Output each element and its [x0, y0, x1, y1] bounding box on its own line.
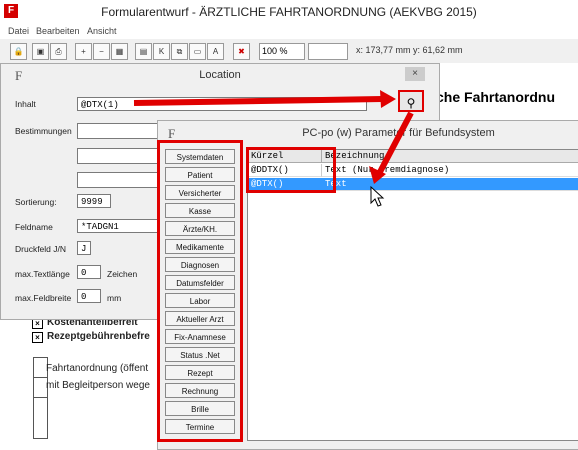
form-icon[interactable]: ▤ — [135, 43, 152, 60]
zoom-in-icon[interactable]: + — [75, 43, 92, 60]
bestimmungen-field-1[interactable] — [77, 123, 159, 139]
btn-rezept[interactable]: Rezept — [165, 365, 235, 380]
copy-icon[interactable]: ⧉ — [171, 43, 188, 60]
lock-icon[interactable]: 🔒 — [10, 43, 27, 60]
kon-icon[interactable]: K — [153, 43, 170, 60]
btn-medikamente[interactable]: Medikamente — [165, 239, 235, 254]
doc-line-1: Fahrtanordnung (öffent — [46, 363, 149, 374]
pc-po-title: PC-po (w) Parameter für Befundsystem — [302, 127, 495, 139]
btn-termine[interactable]: Termine — [165, 419, 235, 434]
window-icon[interactable]: ▭ — [189, 43, 206, 60]
btn-systemdaten[interactable]: Systemdaten — [165, 149, 235, 164]
column-header-bezeichnung[interactable]: Bezeichnung — [322, 150, 578, 163]
label-druckfeld: Druckfeld J/N — [15, 244, 67, 254]
delete-icon[interactable]: ✖ — [233, 43, 250, 60]
btn-diagnosen[interactable]: Diagnosen — [165, 257, 235, 272]
label-max-feldbreite: max.Feldbreite — [15, 293, 72, 303]
inhalt-field[interactable]: @DTX(1) — [77, 97, 367, 111]
font-select[interactable] — [308, 43, 348, 60]
table-row-cell-bezeichnung[interactable]: Text (Nur Fremdiagnose) — [322, 164, 578, 177]
btn-brille[interactable]: Brille — [165, 401, 235, 416]
btn-status-net[interactable]: Status .Net — [165, 347, 235, 362]
location-title: Location — [199, 69, 241, 81]
btn-aktueller-arzt[interactable]: Aktueller Arzt — [165, 311, 235, 326]
bestimmungen-field-2[interactable] — [77, 148, 159, 164]
btn-versicherter[interactable]: Versicherter — [165, 185, 235, 200]
btn-kasse[interactable]: Kasse — [165, 203, 235, 218]
label-feldname: Feldname — [15, 222, 53, 232]
coordinates-readout: x: 173,77 mm y: 61,62 mm — [356, 45, 463, 55]
btn-patient[interactable]: Patient — [165, 167, 235, 182]
btn-aerzte-kh[interactable]: Ärzte/KH. — [165, 221, 235, 236]
grid-icon[interactable]: ▦ — [111, 43, 128, 60]
menu-datei[interactable]: Datei — [8, 26, 29, 36]
highlight-box — [246, 147, 336, 193]
check-label-2: Rezeptgebührenbefre — [47, 331, 150, 342]
doc-field-box[interactable] — [33, 397, 48, 439]
btn-datumsfelder[interactable]: Datumsfelder — [165, 275, 235, 290]
bestimmungen-field-3[interactable] — [77, 172, 159, 188]
category-button-panel: Systemdaten Patient Versicherter Kasse Ä… — [157, 140, 243, 442]
table-row-cell-bezeichnung-selected[interactable]: Text — [322, 178, 578, 191]
title-bar: F Formularentwurf - ÄRZTLICHE FAHRTANORD… — [0, 0, 578, 25]
text-tool-icon[interactable]: A — [207, 43, 224, 60]
toolbar: 🔒 ▣ ⎙ + − ▦ ▤ K ⧉ ▭ A ✖ 100 % — [0, 39, 578, 64]
binoculars-icon[interactable]: ⚲ — [398, 90, 424, 112]
druckfeld-field[interactable]: J — [77, 241, 91, 255]
label-inhalt: Inhalt — [15, 99, 36, 109]
label-mm: mm — [107, 293, 122, 303]
max-feldbreite-field[interactable]: 0 — [77, 289, 101, 303]
window-title: Formularentwurf - ÄRZTLICHE FAHRTANORDNU… — [101, 5, 477, 19]
btn-labor[interactable]: Labor — [165, 293, 235, 308]
btn-rechnung[interactable]: Rechnung — [165, 383, 235, 398]
feldname-field[interactable]: *TADGN1 — [77, 219, 159, 233]
label-max-textlaenge: max.Textlänge — [15, 269, 70, 279]
menu-ansicht[interactable]: Ansicht — [87, 26, 117, 36]
checkbox-icon[interactable]: × — [32, 332, 43, 343]
print-icon[interactable]: ⎙ — [50, 43, 67, 60]
menu-bearbeiten[interactable]: Bearbeiten — [36, 26, 80, 36]
label-sortierung: Sortierung: — [15, 197, 57, 207]
close-icon[interactable]: × — [405, 67, 425, 81]
document-heading: che Fahrtanordnu — [436, 89, 556, 105]
zoom-out-icon[interactable]: − — [93, 43, 110, 60]
zoom-select[interactable]: 100 % — [259, 43, 305, 60]
doc-line-2: mit Begleitperson wege — [46, 380, 150, 391]
location-title-bar: F Location × — [1, 64, 439, 86]
max-textlaenge-field[interactable]: 0 — [77, 265, 101, 279]
sortierung-field[interactable]: 9999 — [77, 194, 111, 208]
label-bestimmungen: Bestimmungen — [15, 126, 72, 136]
label-zeichen: Zeichen — [107, 269, 138, 279]
save-icon[interactable]: ▣ — [32, 43, 49, 60]
menu-bar: Datei Bearbeiten Ansicht — [0, 24, 578, 39]
btn-fix-anamnese[interactable]: Fix-Anamnese — [165, 329, 235, 344]
